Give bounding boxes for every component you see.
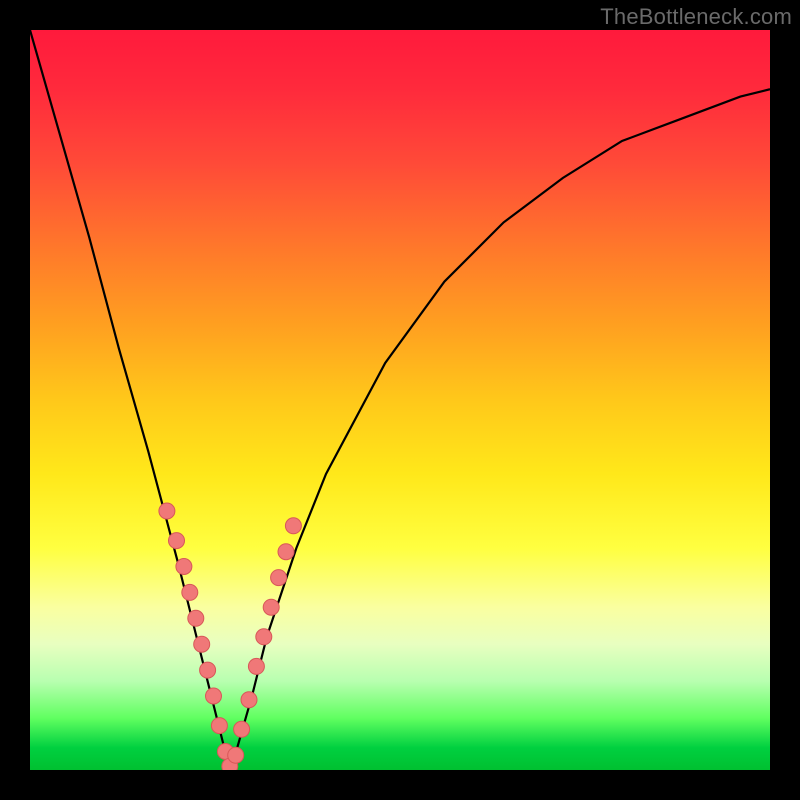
watermark-text: TheBottleneck.com <box>600 4 792 30</box>
marker-dot <box>200 662 216 678</box>
marker-dot <box>248 658 264 674</box>
chart-frame: TheBottleneck.com <box>0 0 800 800</box>
marker-dot <box>188 610 204 626</box>
marker-dot <box>159 503 175 519</box>
marker-dot <box>278 544 294 560</box>
marker-dot <box>194 636 210 652</box>
marker-dot <box>263 599 279 615</box>
marker-dot <box>176 559 192 575</box>
marker-dot <box>241 692 257 708</box>
marker-dot <box>206 688 222 704</box>
marker-dot <box>271 570 287 586</box>
marker-dot <box>169 533 185 549</box>
marker-dot <box>234 721 250 737</box>
marker-dot <box>285 518 301 534</box>
plot-area <box>30 30 770 770</box>
bottleneck-curve <box>30 30 770 770</box>
marker-dot <box>182 584 198 600</box>
marker-dot <box>228 747 244 763</box>
bottleneck-chart <box>30 30 770 770</box>
marker-dot <box>211 718 227 734</box>
marker-group <box>159 503 302 770</box>
marker-dot <box>256 629 272 645</box>
